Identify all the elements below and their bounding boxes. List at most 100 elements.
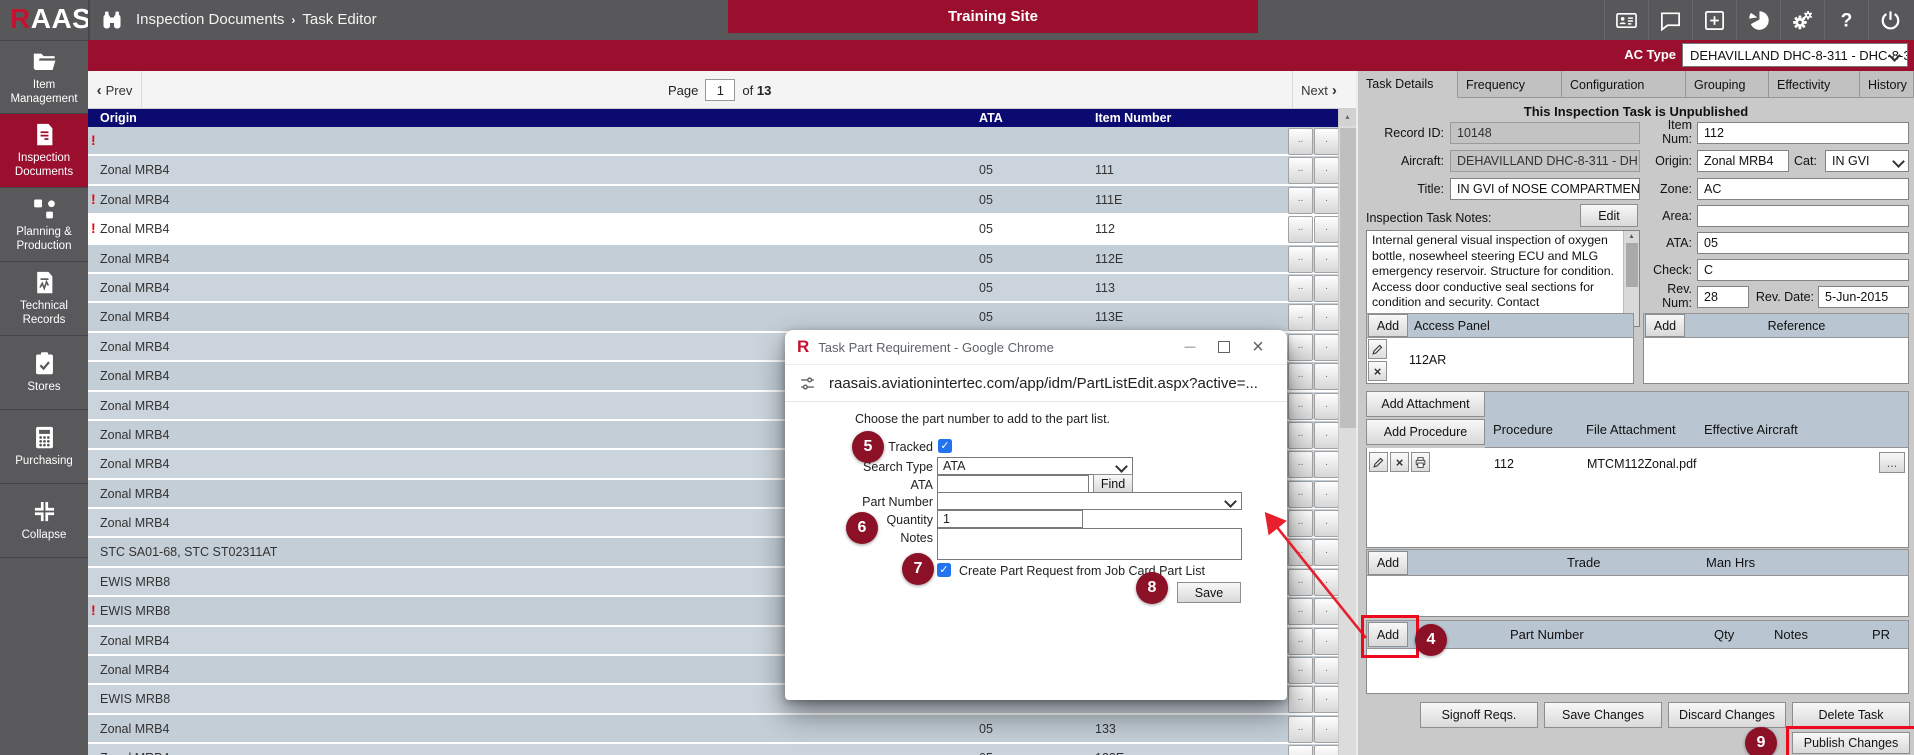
tab-task-details[interactable]: Task Details — [1358, 71, 1458, 98]
row-detail-button[interactable] — [1314, 598, 1338, 625]
row-more-button[interactable] — [1288, 128, 1313, 155]
row-detail-button[interactable] — [1314, 216, 1338, 243]
create-part-request-checkbox[interactable] — [937, 563, 951, 577]
add-window-button[interactable] — [1692, 0, 1736, 40]
cat-select[interactable]: IN GVI — [1825, 150, 1909, 172]
dialog-notes-textarea[interactable] — [937, 528, 1242, 560]
page-number-input[interactable]: 1 — [705, 79, 735, 101]
row-more-button[interactable] — [1288, 745, 1313, 755]
check-field[interactable]: C — [1697, 259, 1909, 281]
pie-chart-button[interactable] — [1736, 0, 1780, 40]
row-detail-button[interactable] — [1314, 128, 1338, 155]
row-detail-button[interactable] — [1314, 686, 1338, 713]
scroll-up-icon[interactable]: ▲ — [1624, 233, 1639, 241]
close-icon[interactable] — [1241, 332, 1275, 362]
row-detail-button[interactable] — [1314, 451, 1338, 478]
breadcrumb-inspection-documents[interactable]: Inspection Documents — [136, 11, 284, 28]
row-detail-button[interactable] — [1314, 275, 1338, 302]
add-part-button[interactable]: Add — [1368, 622, 1408, 647]
table-scrollbar[interactable] — [1338, 109, 1356, 755]
dialog-title-bar[interactable]: R Task Part Requirement - Google Chrome — [785, 330, 1287, 364]
row-more-button[interactable] — [1288, 539, 1313, 566]
table-row[interactable]: Zonal MRB405112E — [88, 245, 1338, 274]
dialog-url-bar[interactable]: raasais.aviationintertec.com/app/idm/Par… — [785, 364, 1287, 402]
power-button[interactable] — [1868, 0, 1912, 40]
zone-field[interactable]: AC — [1697, 178, 1909, 200]
row-detail-button[interactable] — [1314, 422, 1338, 449]
item-num-field[interactable]: 112 — [1697, 122, 1909, 144]
row-more-button[interactable] — [1288, 246, 1313, 273]
edit-notes-button[interactable]: Edit — [1580, 204, 1638, 227]
rev-date-field[interactable]: 5-Jun-2015 — [1818, 286, 1909, 308]
minimize-icon[interactable] — [1173, 332, 1207, 362]
raas-logo[interactable]: RAAS — [10, 3, 91, 35]
origin-field[interactable]: Zonal MRB4 — [1697, 150, 1789, 172]
add-trade-button[interactable]: Add — [1368, 551, 1408, 575]
delete-x-icon[interactable]: × — [1368, 361, 1387, 381]
row-more-button[interactable] — [1288, 628, 1313, 655]
row-more-button[interactable] — [1288, 510, 1313, 537]
row-detail-button[interactable] — [1314, 304, 1338, 331]
ac-type-select[interactable]: DEHAVILLAND DHC-8-311 - DHC-8-3 — [1682, 43, 1908, 67]
row-more-button[interactable] — [1288, 363, 1313, 390]
edit-icon[interactable] — [1368, 339, 1387, 359]
delete-x-icon[interactable]: × — [1390, 452, 1409, 472]
row-more-button[interactable] — [1288, 304, 1313, 331]
row-more-button[interactable] — [1288, 451, 1313, 478]
row-detail-button[interactable] — [1314, 246, 1338, 273]
tab-grouping[interactable]: Grouping — [1686, 71, 1769, 98]
row-detail-button[interactable] — [1314, 393, 1338, 420]
dialog-ata-input[interactable] — [937, 475, 1089, 493]
table-row[interactable]: Zonal MRB405111E — [88, 186, 1338, 215]
row-detail-button[interactable] — [1314, 481, 1338, 508]
tab-configuration[interactable]: Configuration — [1562, 71, 1686, 98]
rev-num-field[interactable]: 28 — [1697, 286, 1749, 308]
part-number-select[interactable] — [937, 492, 1242, 510]
sidebar-item-inspection-documents[interactable]: Inspection Documents — [0, 114, 88, 188]
scrollbar-thumb[interactable] — [1626, 243, 1638, 287]
attachment-file-name[interactable]: MTCM112Zonal.pdf — [1587, 457, 1697, 471]
row-detail-button[interactable] — [1314, 745, 1338, 755]
save-changes-button[interactable]: Save Changes — [1544, 702, 1662, 728]
discard-changes-button[interactable]: Discard Changes — [1668, 702, 1786, 728]
row-detail-button[interactable] — [1314, 363, 1338, 390]
table-row[interactable] — [88, 127, 1338, 156]
print-icon[interactable] — [1411, 452, 1430, 472]
signoff-reqs-button[interactable]: Signoff Reqs. — [1420, 702, 1538, 728]
find-button[interactable]: Find — [1093, 474, 1133, 494]
panel-ata-field[interactable]: 05 — [1697, 232, 1909, 254]
row-detail-button[interactable] — [1314, 569, 1338, 596]
scroll-up-icon[interactable] — [1339, 109, 1356, 126]
row-more-button[interactable] — [1288, 187, 1313, 214]
quantity-input[interactable]: 1 — [937, 510, 1083, 528]
row-detail-button[interactable] — [1314, 657, 1338, 684]
tab-frequency[interactable]: Frequency — [1458, 71, 1562, 98]
sidebar-item-technical-records[interactable]: Technical Records — [0, 262, 88, 336]
add-attachment-button[interactable]: Add Attachment — [1366, 391, 1485, 417]
row-detail-button[interactable] — [1314, 157, 1338, 184]
save-button[interactable]: Save — [1177, 582, 1241, 603]
tab-effectivity[interactable]: Effectivity — [1769, 71, 1860, 98]
title-field[interactable]: IN GVI of NOSE COMPARTMENT — [1450, 178, 1640, 200]
tab-history[interactable]: History — [1860, 71, 1914, 98]
add-procedure-button[interactable]: Add Procedure — [1366, 419, 1485, 445]
delete-task-button[interactable]: Delete Task — [1792, 702, 1910, 728]
area-field[interactable] — [1697, 205, 1909, 227]
id-card-button[interactable] — [1604, 0, 1648, 40]
row-more-button[interactable] — [1288, 157, 1313, 184]
search-type-select[interactable]: ATA — [937, 457, 1133, 475]
row-detail-button[interactable] — [1314, 628, 1338, 655]
add-reference-button[interactable]: Add — [1645, 314, 1685, 337]
maximize-icon[interactable] — [1207, 332, 1241, 362]
row-more-button[interactable] — [1288, 716, 1313, 743]
help-button[interactable]: ? — [1824, 0, 1868, 40]
row-more-button[interactable] — [1288, 334, 1313, 361]
row-more-button[interactable] — [1288, 598, 1313, 625]
scrollbar-thumb[interactable] — [1340, 128, 1356, 428]
table-row[interactable]: Zonal MRB405113 — [88, 274, 1338, 303]
sidebar-item-purchasing[interactable]: Purchasing — [0, 410, 88, 484]
row-more-button[interactable] — [1288, 275, 1313, 302]
row-more-button[interactable] — [1288, 657, 1313, 684]
table-row[interactable]: Zonal MRB405133 — [88, 715, 1338, 744]
row-detail-button[interactable] — [1314, 539, 1338, 566]
